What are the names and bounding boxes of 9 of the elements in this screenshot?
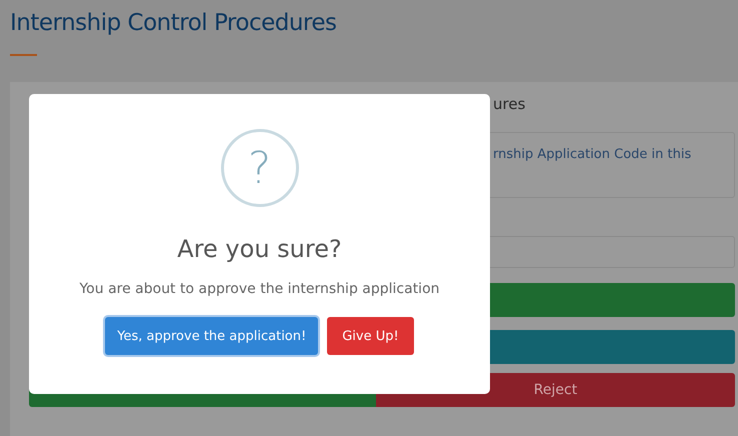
info-text: rnship Application Code in this: [493, 147, 692, 162]
dialog-message: You are about to approve the internship application: [79, 281, 440, 297]
panel-heading: ures: [492, 94, 526, 114]
cancel-button[interactable]: Give Up!: [327, 317, 414, 355]
page-title: Internship Control Procedures: [10, 9, 338, 36]
title-underline: [10, 54, 37, 56]
dialog-title: Are you sure?: [177, 235, 342, 263]
confirm-button[interactable]: Yes, approve the application!: [105, 317, 318, 355]
question-icon: ?: [220, 129, 298, 207]
